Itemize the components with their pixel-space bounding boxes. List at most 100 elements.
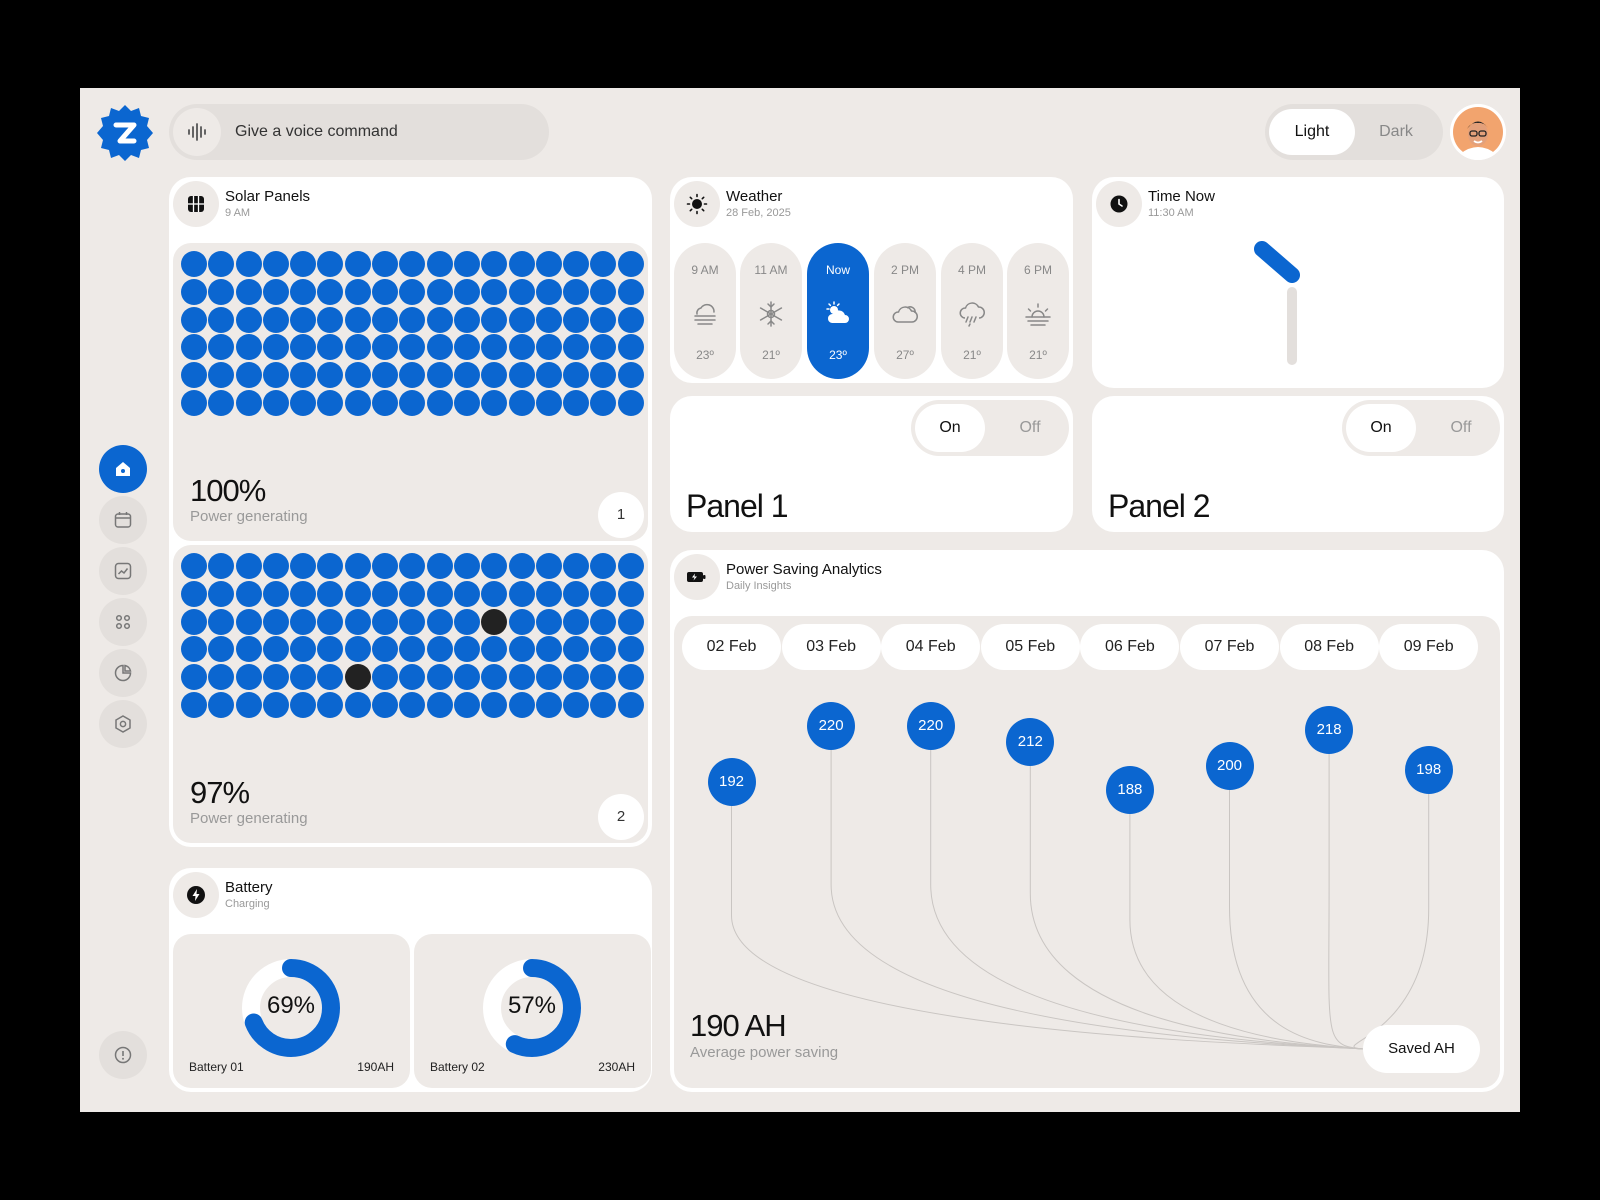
pie-chart-icon: [114, 664, 132, 682]
date-pill[interactable]: 03 Feb: [781, 624, 881, 670]
weather-hour-4pm[interactable]: 4 PM 21º: [941, 243, 1003, 379]
sidebar-item-info[interactable]: [99, 1031, 147, 1079]
sidebar-item-calendar[interactable]: [99, 496, 147, 544]
value-bubble[interactable]: 218: [1305, 706, 1354, 754]
time-value: 11:30 AM: [1148, 207, 1194, 219]
user-avatar[interactable]: [1450, 104, 1506, 160]
solar-cell: [508, 251, 535, 277]
solar-panels-card: Solar Panels 9 AM 100% Power generating …: [169, 177, 652, 847]
date-pill[interactable]: 06 Feb: [1080, 624, 1180, 670]
value-bubble[interactable]: 200: [1205, 742, 1254, 790]
sidebar-item-analytics[interactable]: [99, 547, 147, 595]
panel-1-percent: 100%: [190, 473, 266, 508]
value-bubble[interactable]: 220: [807, 702, 856, 750]
date-pill[interactable]: 04 Feb: [881, 624, 981, 670]
sidebar-item-settings[interactable]: [99, 700, 147, 748]
date-pill[interactable]: 09 Feb: [1379, 624, 1479, 670]
solar-cell: [290, 389, 317, 416]
panel-1-off-button[interactable]: Off: [995, 404, 1065, 452]
date-pill[interactable]: 02 Feb: [682, 624, 781, 670]
sidebar-item-apps[interactable]: [99, 598, 147, 646]
solar-cell: [590, 362, 617, 389]
solar-cell: [399, 691, 426, 718]
panel-2-off-button[interactable]: Off: [1426, 404, 1496, 452]
solar-cell: [344, 278, 371, 305]
voice-command-bar[interactable]: Give a voice command: [169, 104, 549, 160]
value-bubble[interactable]: 192: [707, 758, 756, 806]
connector-line: [1353, 794, 1430, 1050]
weather-hour-temp: 21º: [762, 348, 780, 362]
weather-hour-9am[interactable]: 9 AM 23º: [674, 243, 736, 379]
info-icon: [114, 1046, 132, 1064]
solar-cell: [508, 306, 535, 333]
solar-cell: [426, 691, 453, 718]
solar-cell: [481, 580, 508, 607]
voice-wave-icon[interactable]: [173, 108, 221, 156]
voice-command-placeholder[interactable]: Give a voice command: [235, 123, 398, 141]
solar-cell: [372, 580, 399, 607]
solar-cell: [181, 580, 207, 607]
panel-2-on-button[interactable]: On: [1346, 404, 1416, 452]
solar-cell: [508, 580, 535, 607]
value-bubble[interactable]: 198: [1404, 746, 1453, 794]
solar-cell: [208, 691, 235, 718]
theme-dark-button[interactable]: Dark: [1353, 109, 1439, 155]
solar-cell: [426, 553, 453, 579]
solar-cell: [208, 389, 235, 416]
battery-card: Battery Charging 69% Battery 01 190AH 57…: [169, 868, 652, 1092]
solar-cell: [508, 664, 535, 691]
solar-cell: [235, 608, 262, 635]
solar-cell: [262, 580, 289, 607]
solar-cell: [508, 278, 535, 305]
solar-cell: [590, 636, 617, 663]
solar-cell: [535, 362, 562, 389]
solar-cell: [372, 608, 399, 635]
solar-cell: [508, 691, 535, 718]
date-pill[interactable]: 07 Feb: [1180, 624, 1279, 670]
weather-hour-temp: 21º: [1029, 348, 1047, 362]
solar-cell: [235, 334, 262, 361]
solar-cell: [372, 636, 399, 663]
date-pill[interactable]: 05 Feb: [980, 624, 1080, 670]
theme-switch[interactable]: Light Dark: [1265, 104, 1443, 160]
partly-cloudy-icon: [826, 301, 849, 323]
solar-cell: [235, 664, 262, 691]
panel-2-percent: 97%: [190, 775, 250, 810]
solar-cell: [344, 389, 371, 416]
solar-panel-2[interactable]: 97% Power generating 2: [173, 545, 648, 843]
solar-cell: [590, 251, 617, 277]
solar-cell: [235, 306, 262, 333]
solar-cell: [317, 636, 344, 663]
solar-panel-1[interactable]: 100% Power generating 1: [173, 243, 648, 541]
settings-icon: [115, 715, 131, 733]
panel-2-number-badge: 2: [598, 794, 644, 840]
panel-1-on-button[interactable]: On: [915, 404, 985, 452]
weather-hour-2pm[interactable]: 2 PM 27º: [874, 243, 936, 379]
solar-cell: [535, 278, 562, 305]
sidebar-item-reports[interactable]: [99, 649, 147, 697]
logo-icon[interactable]: [96, 104, 154, 162]
battery-02-tile[interactable]: 57% Battery 02 230AH: [414, 934, 651, 1088]
solar-cell: [508, 334, 535, 361]
value-bubble[interactable]: 188: [1105, 766, 1154, 814]
solar-cell: [590, 278, 617, 305]
battery-01-tile[interactable]: 69% Battery 01 190AH: [173, 934, 410, 1088]
solar-cell: [563, 251, 590, 277]
theme-light-button[interactable]: Light: [1269, 109, 1355, 155]
solar-cell: [535, 389, 562, 416]
panel-1-toggle[interactable]: On Off: [911, 400, 1069, 456]
cloudy-icon: [892, 306, 918, 323]
weather-hour-now[interactable]: Now 23º: [807, 243, 869, 379]
panel-2-toggle[interactable]: On Off: [1342, 400, 1500, 456]
weather-hour-6pm[interactable]: 6 PM 21º: [1007, 243, 1069, 379]
weather-hour-11am[interactable]: 11 AM 21º: [740, 243, 802, 379]
rain-icon: [959, 302, 985, 327]
solar-cell: [262, 664, 289, 691]
solar-cell: [372, 664, 399, 691]
value-bubble[interactable]: 220: [906, 702, 955, 750]
value-bubble[interactable]: 212: [1006, 718, 1055, 766]
analytics-chart-area: 02 Feb 03 Feb 04 Feb 05 Feb 06 Feb 07 Feb 08 F…: [674, 616, 1500, 1088]
saved-ah-badge[interactable]: Saved AH: [1363, 1025, 1480, 1073]
date-pill[interactable]: 08 Feb: [1279, 624, 1379, 670]
sidebar-item-home[interactable]: [99, 445, 147, 493]
